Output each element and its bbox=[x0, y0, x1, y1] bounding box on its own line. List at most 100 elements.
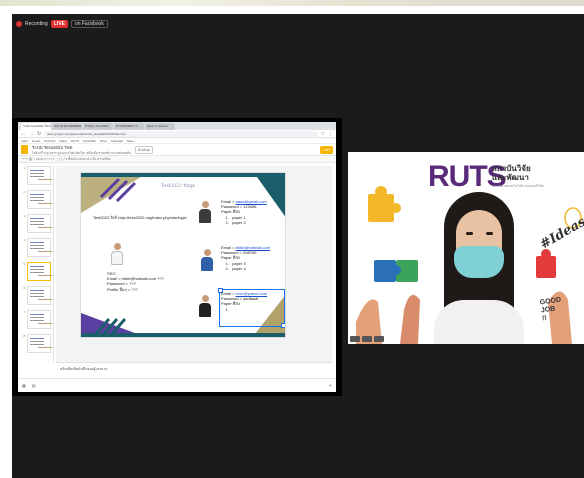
slide-title: Test2022 ข้อมูล bbox=[161, 184, 195, 189]
person-avatar bbox=[111, 243, 123, 265]
menu-bar[interactable]: ไฟล์ แก้ไข ดู แทรก รูปแบบ สไลด์ จัดเรียง… bbox=[32, 151, 131, 156]
editor-toolbar[interactable]: ↶ ↷ 🖨 ⌕ 100% ▾ ▭ ▾ T ⬚ ◯ ╱ ▾ พื้นหลัง เล… bbox=[18, 156, 336, 163]
slide-thumbnail[interactable]: 4 bbox=[20, 238, 53, 262]
text-line: 1. bbox=[221, 306, 229, 312]
slide-thumbnail[interactable]: 3 bbox=[20, 214, 53, 238]
thumb-preview[interactable] bbox=[27, 214, 51, 233]
avatar-head bbox=[203, 249, 211, 256]
back-icon[interactable]: ← bbox=[21, 131, 26, 137]
avatar-head bbox=[201, 201, 209, 208]
thumb-number: 4 bbox=[23, 238, 25, 242]
speaker-notes[interactable]: คลิกเพื่อเพิ่มบันทึกของผู้บรรยาย bbox=[56, 362, 332, 376]
slide-thumbnail[interactable]: 1 bbox=[20, 166, 53, 190]
forward-icon[interactable]: → bbox=[29, 131, 34, 137]
bookmark-item[interactable]: YouTube bbox=[44, 138, 56, 143]
text-line: 2. paper 2 bbox=[221, 219, 246, 225]
thumb-preview[interactable] bbox=[27, 334, 51, 353]
thumb-number: 7 bbox=[23, 310, 25, 314]
browser-tab[interactable]: ตรวจสอบผลการ... bbox=[114, 123, 144, 130]
thumb-number: 1 bbox=[23, 166, 25, 170]
address-bar[interactable]: docs.google.com/presentation/d/1_tess202… bbox=[44, 130, 318, 137]
presentation-status-bar: ▦ ▤ ✦ bbox=[18, 378, 336, 392]
thumb-preview-selected[interactable] bbox=[27, 262, 51, 281]
grid-view-icon[interactable]: ▦ bbox=[22, 383, 26, 388]
user-2-block: Email = bbbb@hotmail.com Password = 09876… bbox=[221, 245, 270, 271]
slide-thumbnail[interactable]: 7 bbox=[20, 310, 53, 334]
thumb-number: 2 bbox=[23, 190, 25, 194]
slide-thumbnail[interactable]: 6 bbox=[20, 286, 53, 310]
share-button[interactable]: แชร์ bbox=[320, 145, 333, 154]
browser-tab-strip: ระบบ Tess2022 โครง... GIS-SLIM MEMBER D.… bbox=[18, 122, 336, 130]
presenter-shirt bbox=[434, 300, 524, 344]
star-icon[interactable]: ☆ bbox=[321, 131, 325, 137]
slide-canvas[interactable]: Test2022 ข้อมูล Test2022 ลิงก์ http://te… bbox=[80, 172, 286, 338]
browser-tab[interactable]: Profile | Tess2022 bbox=[83, 123, 113, 130]
slide-thumbnail[interactable]: 5 bbox=[20, 262, 53, 286]
present-button[interactable]: นำเสนอ bbox=[134, 145, 153, 154]
document-title[interactable]: ระบบ Tess2022 Test bbox=[32, 144, 131, 151]
recording-dot-icon bbox=[16, 21, 22, 27]
recording-bar: Recording LIVE on Facebook bbox=[16, 18, 108, 30]
slide-thumbnail[interactable]: 2 bbox=[20, 190, 53, 214]
browser-tab[interactable]: Open in Sheets bbox=[145, 123, 175, 130]
slide-thumbnail-panel: 1 2 3 4 5 6 7 8 bbox=[20, 166, 54, 362]
brand-line: สถาบันวิจัย bbox=[492, 164, 531, 173]
thumb-preview[interactable] bbox=[27, 190, 51, 209]
more-icon[interactable] bbox=[374, 336, 384, 342]
shared-screen: ระบบ Tess2022 โครง... GIS-SLIM MEMBER D.… bbox=[12, 118, 342, 396]
slide-canvas-area: Test2022 ข้อมูล Test2022 ลิงก์ http://te… bbox=[56, 166, 332, 362]
avatar-body bbox=[201, 257, 213, 271]
bookmark-item[interactable]: Meet bbox=[127, 138, 134, 143]
thumb-number: 5 bbox=[23, 262, 25, 266]
brand-line: และพัฒนา bbox=[492, 173, 529, 182]
thumb-number: 8 bbox=[23, 334, 25, 338]
recording-label: Recording bbox=[25, 21, 48, 27]
extensions-icon[interactable]: ⋮ bbox=[328, 131, 333, 137]
user-1-block: Email = aaaa@gmail.com Password = 123456 P… bbox=[221, 199, 267, 225]
thumb-number: 6 bbox=[23, 286, 25, 290]
presenter-eye bbox=[466, 232, 473, 235]
bookmark-item[interactable]: Tess2022 bbox=[83, 138, 96, 143]
explore-icon[interactable]: ✦ bbox=[329, 383, 332, 388]
user-left-block: SSO Email = bbbb@hotmail.com ??? Password … bbox=[107, 271, 164, 292]
text-line: 2. paper 4 bbox=[221, 265, 246, 271]
thumb-preview[interactable] bbox=[27, 310, 51, 329]
address-bar-row: ← → ↻ docs.google.com/presentation/d/1_t… bbox=[18, 130, 336, 138]
person-avatar bbox=[199, 295, 211, 317]
avatar-head bbox=[201, 295, 209, 302]
user-3-block: Email = cccc@yahoo.com Password = asdfasd… bbox=[221, 291, 267, 312]
slides-logo-icon[interactable] bbox=[21, 145, 28, 154]
browser-tab[interactable]: ระบบ Tess2022 โครง... bbox=[21, 123, 51, 130]
live-badge: LIVE bbox=[50, 20, 68, 28]
person-avatar bbox=[199, 201, 211, 223]
camera-icon[interactable] bbox=[362, 336, 372, 342]
slide-thumbnail[interactable]: 8 bbox=[20, 334, 53, 358]
bookmark-item[interactable]: Gmail bbox=[32, 138, 40, 143]
meeting-stage: Recording LIVE on Facebook ระบบ Tess2022… bbox=[12, 14, 584, 478]
thumb-preview[interactable] bbox=[27, 286, 51, 305]
thumb-number: 3 bbox=[23, 214, 25, 218]
face-mask bbox=[454, 246, 504, 278]
bookmark-item[interactable]: Apps bbox=[21, 138, 28, 143]
thumb-preview[interactable] bbox=[27, 166, 51, 185]
bookmark-item[interactable]: Drive bbox=[100, 138, 107, 143]
browser-window: ระบบ Tess2022 โครง... GIS-SLIM MEMBER D.… bbox=[18, 122, 336, 392]
good-job-text: GOOD JOB !! bbox=[539, 297, 564, 324]
bookmark-item[interactable]: RUTS bbox=[71, 138, 79, 143]
slides-header: ระบบ Tess2022 Test ไฟล์ แก้ไข ดู แทรก รู… bbox=[18, 144, 336, 156]
bookmark-item[interactable]: Calendar bbox=[111, 138, 123, 143]
presenter-eye bbox=[486, 232, 493, 235]
browser-tab[interactable]: GIS-SLIM MEMBER D... bbox=[52, 123, 82, 130]
facebook-live-button[interactable]: on Facebook bbox=[70, 20, 108, 28]
mic-icon[interactable] bbox=[350, 336, 360, 342]
reload-icon[interactable]: ↻ bbox=[37, 131, 41, 137]
filmstrip-icon[interactable]: ▤ bbox=[32, 383, 36, 388]
avatar-body bbox=[199, 303, 211, 317]
top-browser-strip bbox=[0, 0, 584, 6]
thumb-preview[interactable] bbox=[27, 238, 51, 257]
presenter-person bbox=[434, 188, 524, 344]
brand-thai-name: สถาบันวิจัย และพัฒนา bbox=[492, 164, 531, 182]
presenter-video: RUTS สถาบันวิจัย และพัฒนา มหาวิทยาลัยเทค… bbox=[348, 152, 584, 344]
avatar-head bbox=[113, 243, 121, 250]
bookmark-item[interactable]: Maps bbox=[59, 138, 66, 143]
